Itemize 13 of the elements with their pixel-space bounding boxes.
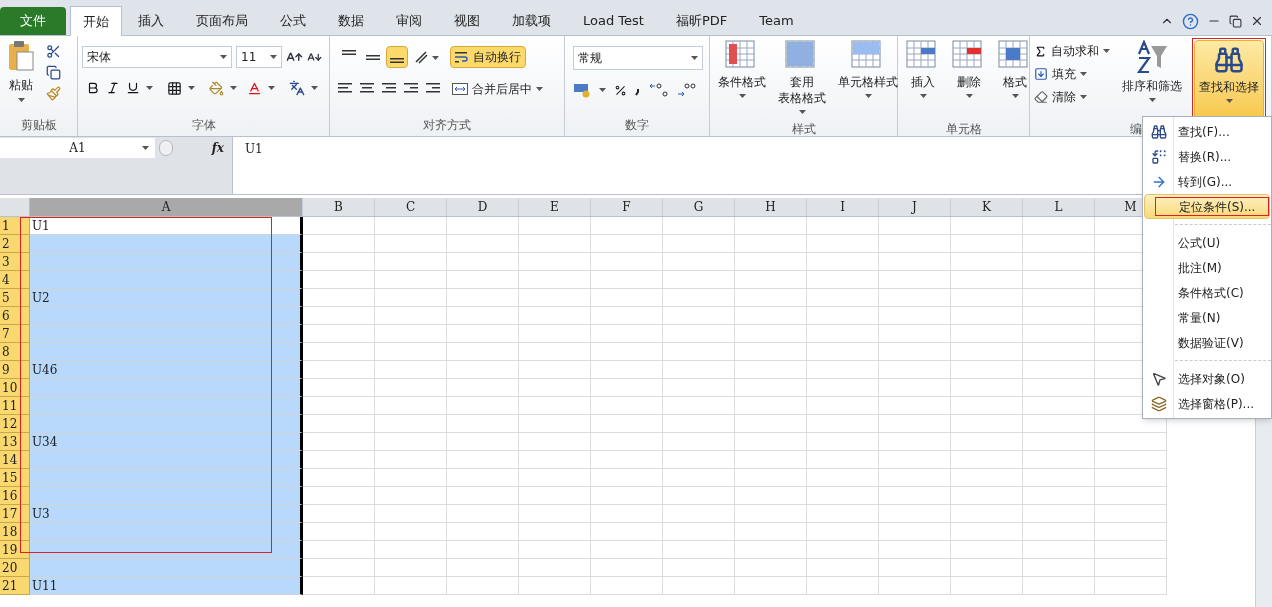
group-label: 字体 [191, 117, 216, 134]
group-label: 数字 [625, 117, 649, 134]
table-cell: U11 [30, 577, 303, 595]
group-label: 样式 [791, 121, 816, 138]
table-cell: U46 [30, 361, 303, 379]
group-label: 编 [1130, 121, 1142, 138]
table-cell: U2 [30, 289, 303, 307]
group-label: 对齐方式 [423, 117, 471, 134]
table-cell: U34 [30, 433, 303, 451]
group-label: 剪贴板 [20, 117, 57, 134]
group-label: 单元格 [945, 121, 982, 138]
table-cell: U3 [30, 505, 303, 523]
table-cell: U1 [30, 217, 303, 235]
